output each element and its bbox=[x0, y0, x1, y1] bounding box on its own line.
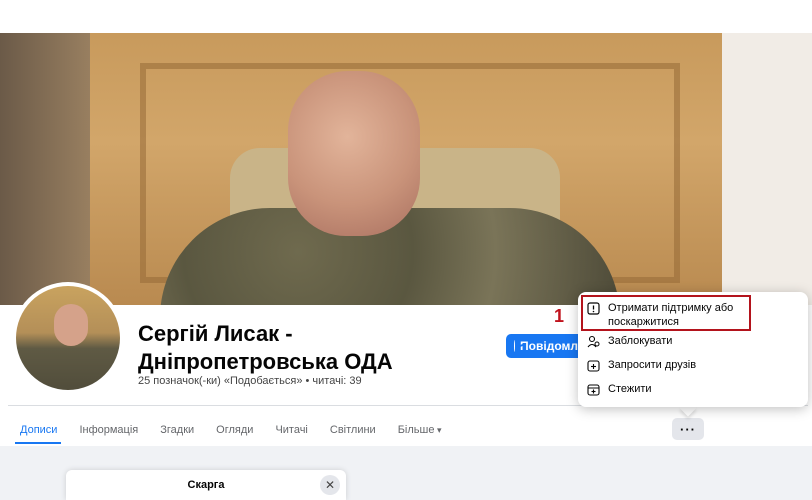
cover-right-area bbox=[722, 33, 812, 305]
tab-photos[interactable]: Світлини bbox=[330, 422, 376, 438]
tab-mentions[interactable]: Згадки bbox=[160, 422, 194, 438]
menu-item-follow[interactable]: Стежити bbox=[586, 382, 652, 396]
step-number: 1 bbox=[554, 306, 565, 326]
menu-item-label: Запросити друзів bbox=[608, 359, 697, 371]
top-strip bbox=[0, 0, 812, 33]
menu-item-block[interactable]: Заблокувати bbox=[586, 334, 672, 348]
page-stats: 25 позначок(-ки) «Подобається» • читачі:… bbox=[138, 375, 362, 387]
block-user-icon bbox=[586, 334, 600, 348]
menu-item-label: Заблокувати bbox=[608, 335, 673, 347]
messenger-icon bbox=[514, 340, 516, 352]
cover-person-head bbox=[288, 71, 420, 236]
tab-followers[interactable]: Читачі bbox=[275, 422, 307, 438]
tab-about[interactable]: Інформація bbox=[79, 422, 138, 438]
more-options-button[interactable]: ··· bbox=[672, 418, 704, 440]
profile-tabs: Дописи Інформація Згадки Огляди Читачі С… bbox=[20, 422, 464, 438]
profile-avatar[interactable] bbox=[12, 282, 124, 394]
menu-item-label: Стежити bbox=[608, 383, 652, 395]
follow-icon bbox=[586, 382, 600, 396]
page-title: Сергій Лисак - Дніпропетровська ОДА bbox=[138, 321, 393, 374]
report-dialog: Скарга ✕ bbox=[66, 470, 346, 500]
avatar-image bbox=[16, 286, 120, 390]
invite-icon bbox=[586, 358, 600, 372]
tab-posts[interactable]: Дописи bbox=[20, 422, 57, 438]
active-tab-indicator bbox=[15, 442, 61, 444]
tab-reviews[interactable]: Огляди bbox=[216, 422, 253, 438]
cover-photo[interactable] bbox=[0, 33, 812, 305]
menu-item-invite[interactable]: Запросити друзів bbox=[586, 358, 696, 372]
dialog-title: Скарга bbox=[187, 479, 225, 491]
tab-more[interactable]: Більше bbox=[398, 422, 442, 438]
highlight-box bbox=[581, 295, 751, 331]
close-icon[interactable]: ✕ bbox=[320, 475, 340, 495]
avatar-face bbox=[54, 304, 88, 346]
